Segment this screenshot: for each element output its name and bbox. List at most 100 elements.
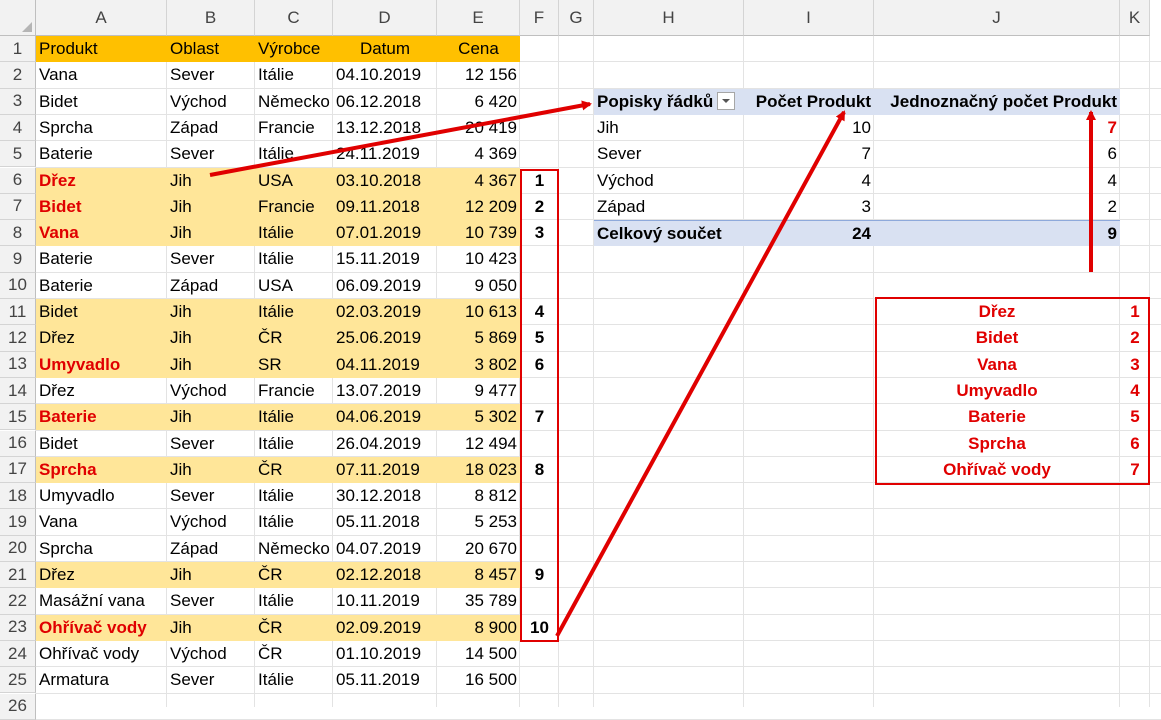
row-header-9[interactable]: 9 <box>0 246 36 273</box>
table-cell-oblast[interactable]: Jih <box>167 167 255 194</box>
table-cell-cena[interactable]: 12 156 <box>437 62 520 88</box>
table-cell-oblast[interactable]: Jih <box>167 456 255 484</box>
column-header-b[interactable]: B <box>167 0 255 36</box>
row-header-10[interactable]: 10 <box>0 272 36 299</box>
table-cell-vyrobce[interactable]: Francie <box>255 378 333 404</box>
table-cell-produkt[interactable]: Baterie <box>36 141 167 167</box>
table-cell-datum[interactable]: 25.06.2019 <box>333 325 437 352</box>
pivot-total-distinct[interactable]: 9 <box>874 220 1120 247</box>
table-cell-produkt[interactable]: Baterie <box>36 273 167 299</box>
table-cell-datum[interactable]: 04.10.2019 <box>333 62 437 88</box>
unique-product-number[interactable]: 6 <box>1120 431 1150 457</box>
column-header-i[interactable]: I <box>744 0 874 36</box>
row-header-19[interactable]: 19 <box>0 509 36 536</box>
table-cell-vyrobce[interactable]: USA <box>255 273 333 299</box>
unique-product-number[interactable]: 5 <box>1120 404 1150 430</box>
select-all-corner[interactable] <box>0 0 36 36</box>
table-cell-produkt[interactable]: Ohřívač vody <box>36 641 167 667</box>
row-header-7[interactable]: 7 <box>0 193 36 221</box>
table-header-cell[interactable]: Datum <box>333 36 437 63</box>
table-cell-produkt[interactable]: Bidet <box>36 299 167 326</box>
table-cell-datum[interactable]: 09.11.2018 <box>333 193 437 221</box>
table-cell-vyrobce[interactable]: Francie <box>255 193 333 221</box>
unique-product-name[interactable]: Baterie <box>874 404 1120 430</box>
table-cell-vyrobce[interactable]: Itálie <box>255 299 333 326</box>
unique-product-name[interactable]: Sprcha <box>874 431 1120 457</box>
table-cell-datum[interactable]: 07.11.2019 <box>333 456 437 484</box>
row-header-21[interactable]: 21 <box>0 562 36 589</box>
table-cell-cena[interactable]: 9 477 <box>437 378 520 404</box>
row-header-24[interactable]: 24 <box>0 640 36 668</box>
row-header-18[interactable]: 18 <box>0 483 36 510</box>
table-cell-cena[interactable]: 5 253 <box>437 509 520 535</box>
table-header-cell[interactable]: Výrobce <box>255 36 333 63</box>
unique-product-name[interactable]: Ohřívač vody <box>874 457 1120 483</box>
pivot-count-value[interactable]: 4 <box>744 168 874 194</box>
filter-dropdown-icon[interactable] <box>717 92 736 111</box>
row-header-2[interactable]: 2 <box>0 62 36 89</box>
pivot-count-value[interactable]: 10 <box>744 115 874 141</box>
table-cell-cena[interactable]: 10 613 <box>437 299 520 326</box>
table-cell-cena[interactable]: 14 500 <box>437 641 520 667</box>
table-cell-vyrobce[interactable]: Itálie <box>255 588 333 614</box>
column-header-f[interactable]: F <box>520 0 559 36</box>
row-header-4[interactable]: 4 <box>0 114 36 142</box>
table-cell-datum[interactable]: 04.11.2019 <box>333 351 437 378</box>
table-cell-oblast[interactable]: Sever <box>167 667 255 693</box>
table-cell-vyrobce[interactable]: Itálie <box>255 246 333 272</box>
table-header-cell[interactable]: Produkt <box>36 36 167 63</box>
table-cell-vyrobce[interactable]: ČR <box>255 325 333 352</box>
unique-product-name[interactable]: Dřez <box>874 299 1120 325</box>
column-header-h[interactable]: H <box>594 0 744 36</box>
row-header-3[interactable]: 3 <box>0 88 36 115</box>
table-cell-oblast[interactable]: Západ <box>167 536 255 562</box>
row-header-8[interactable]: 8 <box>0 220 36 247</box>
table-cell-cena[interactable]: 18 023 <box>437 456 520 484</box>
table-cell-vyrobce[interactable]: ČR <box>255 562 333 589</box>
row-header-17[interactable]: 17 <box>0 456 36 484</box>
table-cell-cena[interactable]: 5 302 <box>437 404 520 431</box>
table-cell-vyrobce[interactable]: Německo <box>255 536 333 562</box>
table-cell-oblast[interactable]: Sever <box>167 141 255 167</box>
pivot-distinct-value[interactable]: 6 <box>874 141 1120 167</box>
table-cell-oblast[interactable]: Východ <box>167 641 255 667</box>
table-cell-produkt[interactable]: Sprcha <box>36 115 167 141</box>
table-cell-datum[interactable]: 26.04.2019 <box>333 431 437 457</box>
table-cell-produkt[interactable]: Vana <box>36 220 167 247</box>
pivot-count-value[interactable]: 3 <box>744 194 874 220</box>
table-cell-cena[interactable]: 8 812 <box>437 483 520 509</box>
table-cell-produkt[interactable]: Dřez <box>36 325 167 352</box>
table-cell-cena[interactable]: 10 423 <box>437 246 520 272</box>
table-cell-datum[interactable]: 10.11.2019 <box>333 588 437 614</box>
table-cell-cena[interactable]: 12 209 <box>437 193 520 221</box>
table-cell-vyrobce[interactable]: ČR <box>255 614 333 641</box>
table-cell-cena[interactable]: 20 419 <box>437 115 520 141</box>
table-cell-datum[interactable]: 13.12.2018 <box>333 115 437 141</box>
pivot-total-count[interactable]: 24 <box>744 220 874 247</box>
row-header-22[interactable]: 22 <box>0 588 36 615</box>
table-cell-datum[interactable]: 30.12.2018 <box>333 483 437 509</box>
unique-product-number[interactable]: 3 <box>1120 352 1150 378</box>
pivot-distinct-header[interactable]: Jednoznačný počet Produkt <box>874 88 1120 115</box>
table-cell-cena[interactable]: 4 369 <box>437 141 520 167</box>
pivot-count-value[interactable]: 7 <box>744 141 874 167</box>
table-cell-datum[interactable]: 06.12.2018 <box>333 89 437 115</box>
row-header-6[interactable]: 6 <box>0 167 36 194</box>
row-header-12[interactable]: 12 <box>0 325 36 352</box>
table-cell-produkt[interactable]: Masážní vana <box>36 588 167 614</box>
row-header-13[interactable]: 13 <box>0 351 36 378</box>
table-cell-datum[interactable]: 02.12.2018 <box>333 562 437 589</box>
table-header-cell[interactable]: Oblast <box>167 36 255 63</box>
table-cell-datum[interactable]: 24.11.2019 <box>333 141 437 167</box>
table-cell-produkt[interactable]: Armatura <box>36 667 167 693</box>
table-cell-oblast[interactable]: Jih <box>167 193 255 221</box>
table-cell-vyrobce[interactable]: USA <box>255 167 333 194</box>
table-cell-vyrobce[interactable]: Itálie <box>255 483 333 509</box>
row-header-23[interactable]: 23 <box>0 614 36 641</box>
table-cell-datum[interactable]: 05.11.2019 <box>333 667 437 693</box>
table-cell-vyrobce[interactable]: Itálie <box>255 509 333 535</box>
row-header-15[interactable]: 15 <box>0 404 36 431</box>
table-cell-vyrobce[interactable]: Itálie <box>255 220 333 247</box>
table-cell-vyrobce[interactable]: Itálie <box>255 404 333 431</box>
table-cell-oblast[interactable]: Jih <box>167 351 255 378</box>
